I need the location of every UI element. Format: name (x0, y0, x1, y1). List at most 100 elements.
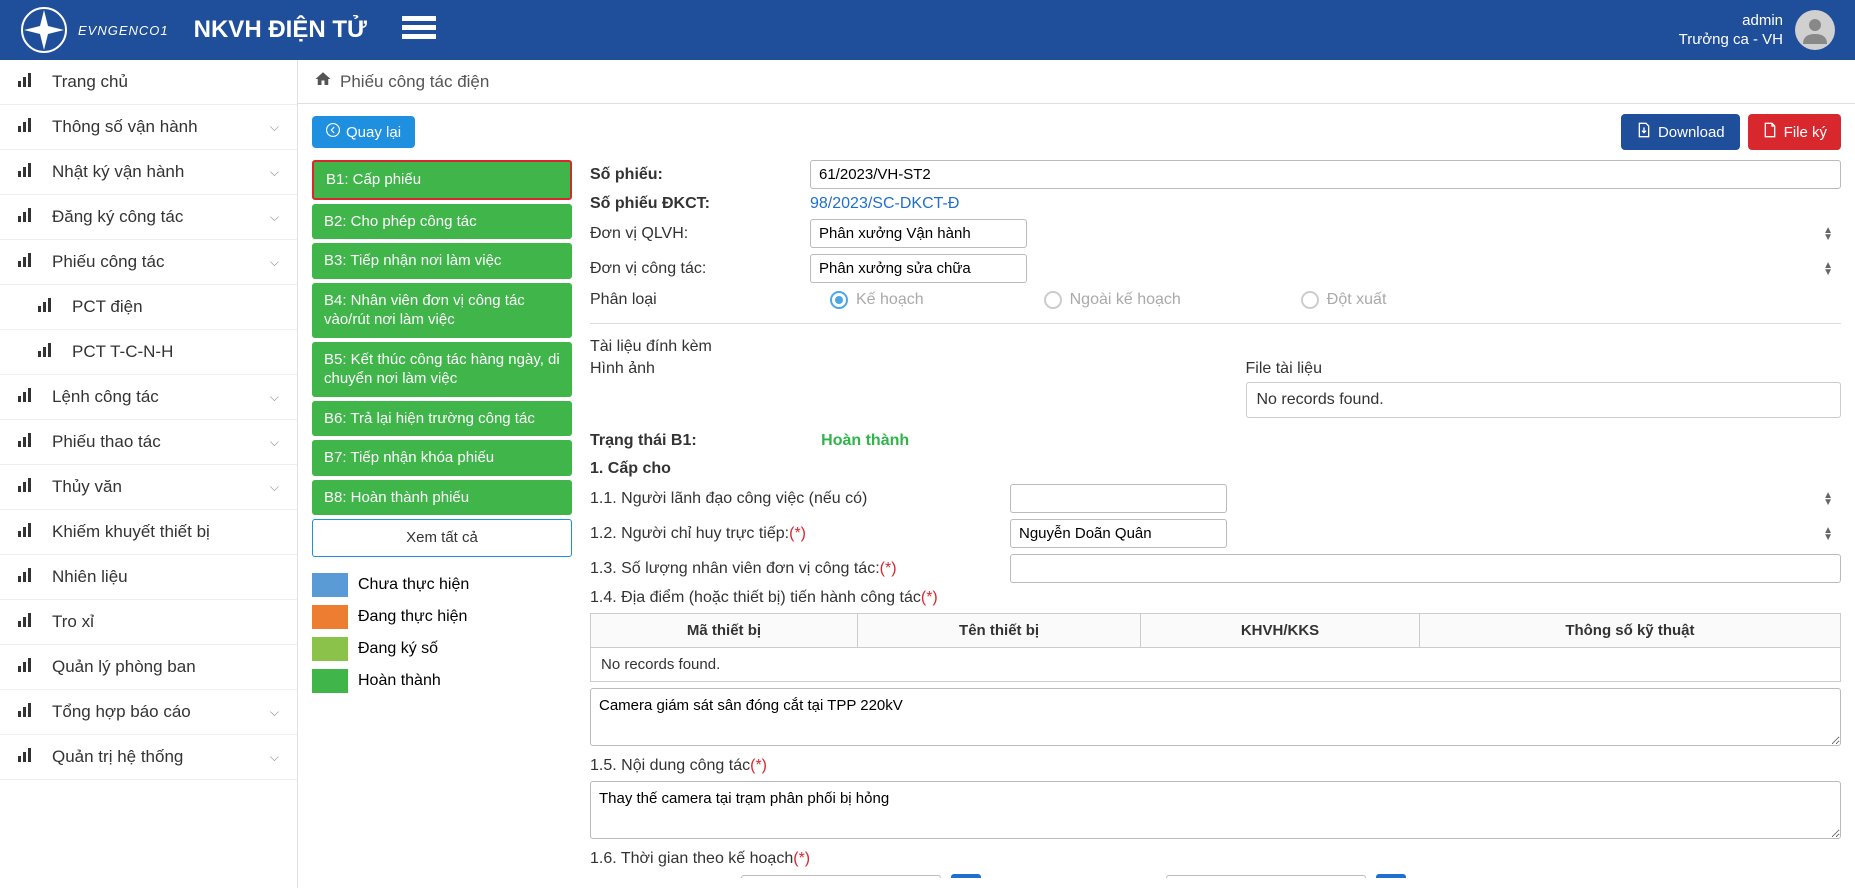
tai-lieu-label: Tài liệu đính kèm (590, 338, 1841, 356)
chart-bar-icon (18, 432, 38, 452)
f16-end-calendar-button[interactable] (1376, 874, 1406, 878)
th-thong-so: Thông số kỹ thuật (1419, 614, 1840, 648)
sidebar-item-14[interactable]: Tổng hợp báo cáo⌵ (0, 690, 297, 735)
f15-textarea[interactable] (590, 781, 1841, 839)
sidebar-item-3[interactable]: Đăng ký công tác ⌵ (0, 195, 297, 240)
sidebar-item-label: Đăng ký công tác (52, 207, 183, 227)
logo-icon (20, 6, 68, 54)
menu-toggle-button[interactable] (402, 14, 436, 47)
sidebar-item-7[interactable]: Lệnh công tác⌵ (0, 375, 297, 420)
so-phieu-input[interactable] (810, 160, 1841, 189)
home-icon (314, 70, 332, 93)
legend-label: Hoàn thành (358, 672, 441, 690)
view-all-button[interactable]: Xem tất cả (312, 519, 572, 557)
f14-textarea[interactable] (590, 688, 1841, 746)
hamburger-icon (402, 14, 436, 42)
chart-bar-icon (18, 702, 38, 722)
f16-start-calendar-button[interactable] (951, 874, 981, 878)
sidebar-item-2[interactable]: Nhật ký vận hành ⌵ (0, 150, 297, 195)
legend-item-3: Hoàn thành (312, 665, 572, 697)
step-button-4[interactable]: B4: Nhân viên đơn vị công tác vào/rút nơ… (312, 283, 572, 338)
chevron-down-icon: ⌵ (270, 480, 279, 495)
so-phieu-label: Số phiếu: (590, 166, 810, 184)
main-content: Phiếu công tác điện Quay lại Download (298, 60, 1855, 888)
f15-label: 1.5. Nội dung công tác(*) (590, 757, 1841, 775)
step-button-8[interactable]: B8: Hoàn thành phiếu (312, 480, 572, 516)
chart-bar-icon (38, 342, 58, 362)
trang-thai-value: Hoàn thành (821, 432, 909, 449)
user-icon (1799, 14, 1831, 46)
step-button-6[interactable]: B6: Trả lại hiện trường công tác (312, 401, 572, 437)
step-button-2[interactable]: B2: Cho phép công tác (312, 204, 572, 240)
breadcrumb: Phiếu công tác điện (298, 60, 1855, 104)
legend-label: Chưa thực hiện (358, 576, 469, 594)
legend-swatch (312, 605, 348, 629)
sidebar-item-9[interactable]: Thủy văn ⌵ (0, 465, 297, 510)
sidebar-item-1[interactable]: Thông số vận hành⌵ (0, 105, 297, 150)
chart-bar-icon (18, 387, 38, 407)
sidebar-item-label: Quản lý phòng ban (52, 657, 196, 677)
f13-input[interactable] (1010, 554, 1841, 583)
chart-bar-icon (18, 747, 38, 767)
chevron-down-icon: ⌵ (270, 210, 279, 225)
sidebar-item-5[interactable]: PCT điện (0, 285, 297, 330)
chevron-down-icon: ⌵ (270, 705, 279, 720)
chevron-down-icon: ⌵ (270, 165, 279, 180)
th-khvh: KHVH/KKS (1141, 614, 1420, 648)
arrow-left-icon (326, 123, 340, 141)
don-vi-cong-tac-label: Đơn vị công tác: (590, 260, 810, 278)
user-name: admin (1679, 11, 1783, 31)
sidebar-item-4[interactable]: Phiếu công tác⌵ (0, 240, 297, 285)
f16-start-input[interactable] (741, 875, 941, 879)
sidebar-item-15[interactable]: Quản trị hệ thống⌵ (0, 735, 297, 780)
don-vi-cong-tac-select[interactable] (810, 254, 1027, 283)
f16-end-input[interactable] (1166, 875, 1366, 879)
sidebar-item-label: Trang chủ (52, 72, 128, 92)
chart-bar-icon (18, 612, 38, 632)
avatar[interactable] (1795, 10, 1835, 50)
sidebar-item-label: PCT điện (72, 297, 143, 317)
logo: EVNGENCO1 (20, 6, 169, 54)
legend-item-1: Đang thực hiện (312, 601, 572, 633)
sidebar-item-10[interactable]: Khiếm khuyết thiết bị (0, 510, 297, 555)
radio-ke-hoach[interactable]: Kế hoạch (830, 291, 924, 309)
sidebar-item-label: Thủy văn (52, 477, 122, 497)
radio-dot-xuat[interactable]: Đột xuất (1301, 291, 1387, 309)
user-role: Trưởng ca - VH (1679, 30, 1783, 50)
so-phieu-dkct-label: Số phiếu ĐKCT: (590, 195, 810, 213)
sidebar-item-0[interactable]: Trang chủ (0, 60, 297, 105)
sidebar-item-6[interactable]: PCT T-C-N-H (0, 330, 297, 375)
f12-label: 1.2. Người chỉ huy trực tiếp:(*) (590, 525, 1010, 543)
chart-bar-icon (18, 207, 38, 227)
sidebar-item-13[interactable]: Quản lý phòng ban (0, 645, 297, 690)
step-button-7[interactable]: B7: Tiếp nhận khóa phiếu (312, 440, 572, 476)
so-phieu-dkct-link[interactable]: 98/2023/SC-DKCT-Đ (810, 195, 959, 213)
sidebar-item-11[interactable]: Nhiên liệu (0, 555, 297, 600)
step-button-1[interactable]: B1: Cấp phiếu (312, 160, 572, 200)
f11-select[interactable] (1010, 484, 1227, 513)
sidebar-item-8[interactable]: Phiếu thao tác ⌵ (0, 420, 297, 465)
f12-select[interactable] (1010, 519, 1227, 548)
sidebar-item-label: Thông số vận hành (52, 117, 198, 137)
legend-swatch (312, 573, 348, 597)
radio-ngoai-ke-hoach[interactable]: Ngoài kế hoạch (1044, 291, 1181, 309)
chart-bar-icon (18, 522, 38, 542)
legend-label: Đang thực hiện (358, 608, 467, 626)
th-ma: Mã thiết bị (591, 614, 858, 648)
th-ten: Tên thiết bị (857, 614, 1140, 648)
step-button-3[interactable]: B3: Tiếp nhận nơi làm việc (312, 243, 572, 279)
file-sign-button[interactable]: File ký (1748, 114, 1841, 150)
back-button[interactable]: Quay lại (312, 116, 415, 148)
sidebar-item-label: Phiếu công tác (52, 252, 164, 272)
download-button[interactable]: Download (1621, 114, 1740, 150)
don-vi-qlvh-select[interactable] (810, 219, 1027, 248)
app-header: EVNGENCO1 NKVH ĐIỆN TỬ admin Trưởng ca -… (0, 0, 1855, 60)
sidebar: Trang chủThông số vận hành⌵Nhật ký vận h… (0, 60, 298, 888)
chevron-down-icon: ⌵ (270, 435, 279, 450)
sidebar-item-12[interactable]: Tro xỉ (0, 600, 297, 645)
chart-bar-icon (18, 477, 38, 497)
sidebar-item-label: Phiếu thao tác (52, 432, 161, 452)
step-button-5[interactable]: B5: Kết thúc công tác hàng ngày, di chuy… (312, 342, 572, 397)
sidebar-item-label: Nhật ký vận hành (52, 162, 184, 182)
form-panel: Số phiếu: Số phiếu ĐKCT: 98/2023/SC-DKCT… (590, 160, 1841, 878)
